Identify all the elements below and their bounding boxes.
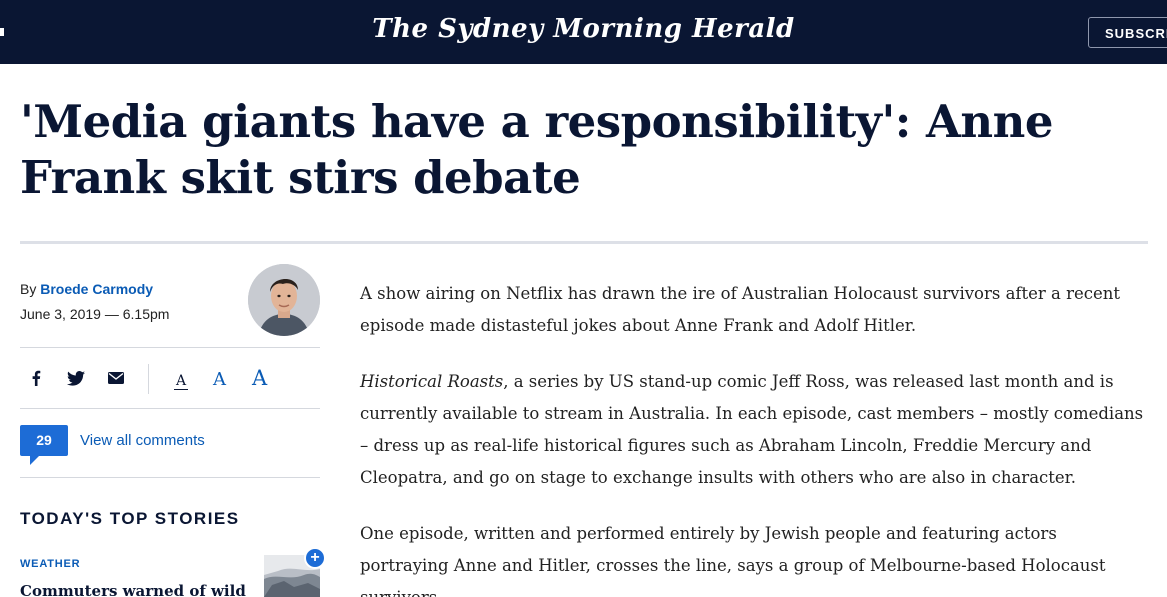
author-link[interactable]: Broede Carmody (40, 281, 153, 297)
comment-count: 29 (36, 432, 52, 448)
view-all-comments-link[interactable]: View all comments (80, 432, 205, 449)
article-headline: 'Media giants have a responsibility': An… (20, 95, 1053, 204)
story-category-tag[interactable]: WEATHER (20, 558, 80, 570)
subscribe-button[interactable]: SUBSCRIBE (1088, 17, 1167, 48)
share-bar-divider (20, 408, 320, 409)
headline-divider (20, 241, 1148, 244)
story-title-link[interactable]: Commuters warned of wild trip (20, 582, 250, 597)
show-title: Historical Roasts (360, 372, 504, 391)
byline-prefix: By (20, 281, 37, 297)
facebook-icon[interactable] (24, 366, 48, 390)
twitter-icon[interactable] (64, 366, 88, 390)
top-stories-heading: TODAY'S TOP STORIES (20, 509, 240, 528)
comment-count-badge[interactable]: 29 (20, 425, 68, 465)
author-avatar[interactable] (248, 264, 320, 336)
email-icon[interactable] (104, 366, 128, 390)
article-paragraph-2: Historical Roasts, a series by US stand-… (360, 366, 1155, 494)
publish-date: June 3, 2019 — 6.15pm (20, 306, 170, 322)
sidebar-divider (20, 347, 320, 348)
text-size-small-button[interactable]: A (174, 373, 189, 390)
add-story-button[interactable]: + (304, 547, 326, 569)
text-size-medium-button[interactable]: A (213, 369, 226, 390)
comments-divider (20, 477, 320, 478)
byline: By Broede Carmody (20, 281, 153, 297)
author-photo (248, 264, 320, 336)
share-divider (148, 364, 149, 394)
speech-bubble-tail (30, 455, 40, 465)
masthead-logo[interactable]: The Sydney Morning Herald (0, 14, 1167, 44)
top-navigation-bar: The Sydney Morning Herald SUBSCRIBE (0, 0, 1167, 64)
text-size-large-button[interactable]: A (252, 366, 267, 390)
article-paragraph-1: A show airing on Netflix has drawn the i… (360, 284, 1121, 335)
article-paragraph-3: One episode, written and performed entir… (360, 524, 1106, 597)
